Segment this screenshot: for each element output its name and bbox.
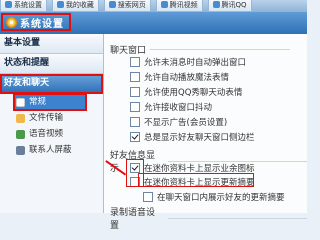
sidebar-category-friends-chat[interactable]: 好友和聊天 xyxy=(0,74,103,94)
window-titlebar: 系统设置 xyxy=(0,12,307,34)
option-chat-window-summary[interactable]: 在聊天窗口内展示好友的更新摘要 xyxy=(143,191,285,203)
option-label: 允许接收窗口抖动 xyxy=(144,103,213,113)
tab-label: 搜索网页 xyxy=(117,1,146,9)
annotation-highlight-box xyxy=(138,173,254,187)
browser-tab[interactable]: 搜索网页 xyxy=(103,0,151,12)
option-hide-ads[interactable]: 不显示广告(会员设置) xyxy=(130,116,227,128)
option-label: 允许未消息时自动弹出窗口 xyxy=(144,58,247,68)
tab-icon xyxy=(160,1,168,8)
checkbox[interactable] xyxy=(130,57,140,67)
browser-tab[interactable]: 腾讯QQ xyxy=(207,0,252,12)
browser-tab[interactable]: 我的收藏 xyxy=(51,0,99,12)
window-title: 系统设置 xyxy=(20,18,64,30)
sidebar-item-general[interactable]: 常规 xyxy=(13,93,87,111)
option-auto-popup[interactable]: 允许未消息时自动弹出窗口 xyxy=(130,56,246,68)
contact-icon xyxy=(16,145,25,155)
folder-icon xyxy=(16,113,25,123)
sidebar-item-contact-block[interactable]: 联系人屏蔽 xyxy=(0,142,103,158)
section-title-chat-window: 聊天窗口 xyxy=(110,43,290,56)
tab-icon xyxy=(5,1,12,8)
option-window-shake[interactable]: 允许接收窗口抖动 xyxy=(130,101,212,113)
checkbox[interactable] xyxy=(130,87,140,97)
option-label: 总是显示好友聊天窗口侧边栏 xyxy=(144,133,255,143)
tab-label: 腾讯QQ xyxy=(221,1,247,9)
option-show-sidebar[interactable]: 总是显示好友聊天窗口侧边栏 xyxy=(130,131,255,143)
checkbox[interactable] xyxy=(130,117,140,127)
checkbox[interactable] xyxy=(130,72,140,82)
browser-tab[interactable]: 系统设置 xyxy=(0,0,47,12)
option-magic-emoticon[interactable]: 允许自动播放魔法表情 xyxy=(130,71,229,83)
sidebar-item-label: 语音视频 xyxy=(29,129,64,139)
browser-tab[interactable]: 腾讯视频 xyxy=(155,0,203,12)
sidebar-item-label: 联系人屏蔽 xyxy=(29,145,72,155)
sidebar-item-voice-video[interactable]: 语音视频 xyxy=(0,126,103,142)
sidebar-item-label: 常规 xyxy=(29,97,47,107)
checkbox[interactable] xyxy=(143,192,153,202)
tab-label: 系统设置 xyxy=(14,1,42,9)
option-label: 允许自动播放魔法表情 xyxy=(144,73,230,83)
tab-label: 腾讯视频 xyxy=(169,1,198,9)
sidebar-item-file-transfer[interactable]: 文件传输 xyxy=(0,110,103,126)
checkbox[interactable] xyxy=(130,132,140,142)
option-label: 在聊天窗口内展示好友的更新摘要 xyxy=(157,193,285,203)
section-title-voice-recording: 录制语音设置 xyxy=(110,205,307,231)
option-qqshow-emoticon[interactable]: 允许使用QQ秀聊天动表情 xyxy=(130,86,242,98)
option-label: 不显示广告(会员设置) xyxy=(144,118,228,128)
sidebar-category-basic[interactable]: 基本设置 xyxy=(0,34,103,54)
tab-icon xyxy=(56,1,64,8)
browser-tab-strip: 系统设置 我的收藏 搜索网页 腾讯视频 腾讯QQ xyxy=(0,0,307,12)
title-highlight-box: 系统设置 xyxy=(1,13,71,31)
settings-content: 聊天窗口 允许未消息时自动弹出窗口 允许自动播放魔法表情 允许使用QQ秀聊天动表… xyxy=(104,34,307,231)
sidebar-category-status[interactable]: 状态和提醒 xyxy=(0,54,103,74)
general-icon xyxy=(16,97,25,107)
sidebar-item-label: 文件传输 xyxy=(29,113,64,123)
tab-label: 我的收藏 xyxy=(65,1,94,9)
tab-icon xyxy=(212,1,220,8)
gear-icon xyxy=(6,16,17,28)
voice-icon xyxy=(16,129,25,139)
checkbox[interactable] xyxy=(130,102,140,112)
tab-icon xyxy=(108,1,116,8)
settings-sidebar: 基本设置 状态和提醒 好友和聊天 常规 文件传输 语音视频 联系人屏蔽 xyxy=(0,34,104,213)
option-label: 允许使用QQ秀聊天动表情 xyxy=(144,88,243,98)
